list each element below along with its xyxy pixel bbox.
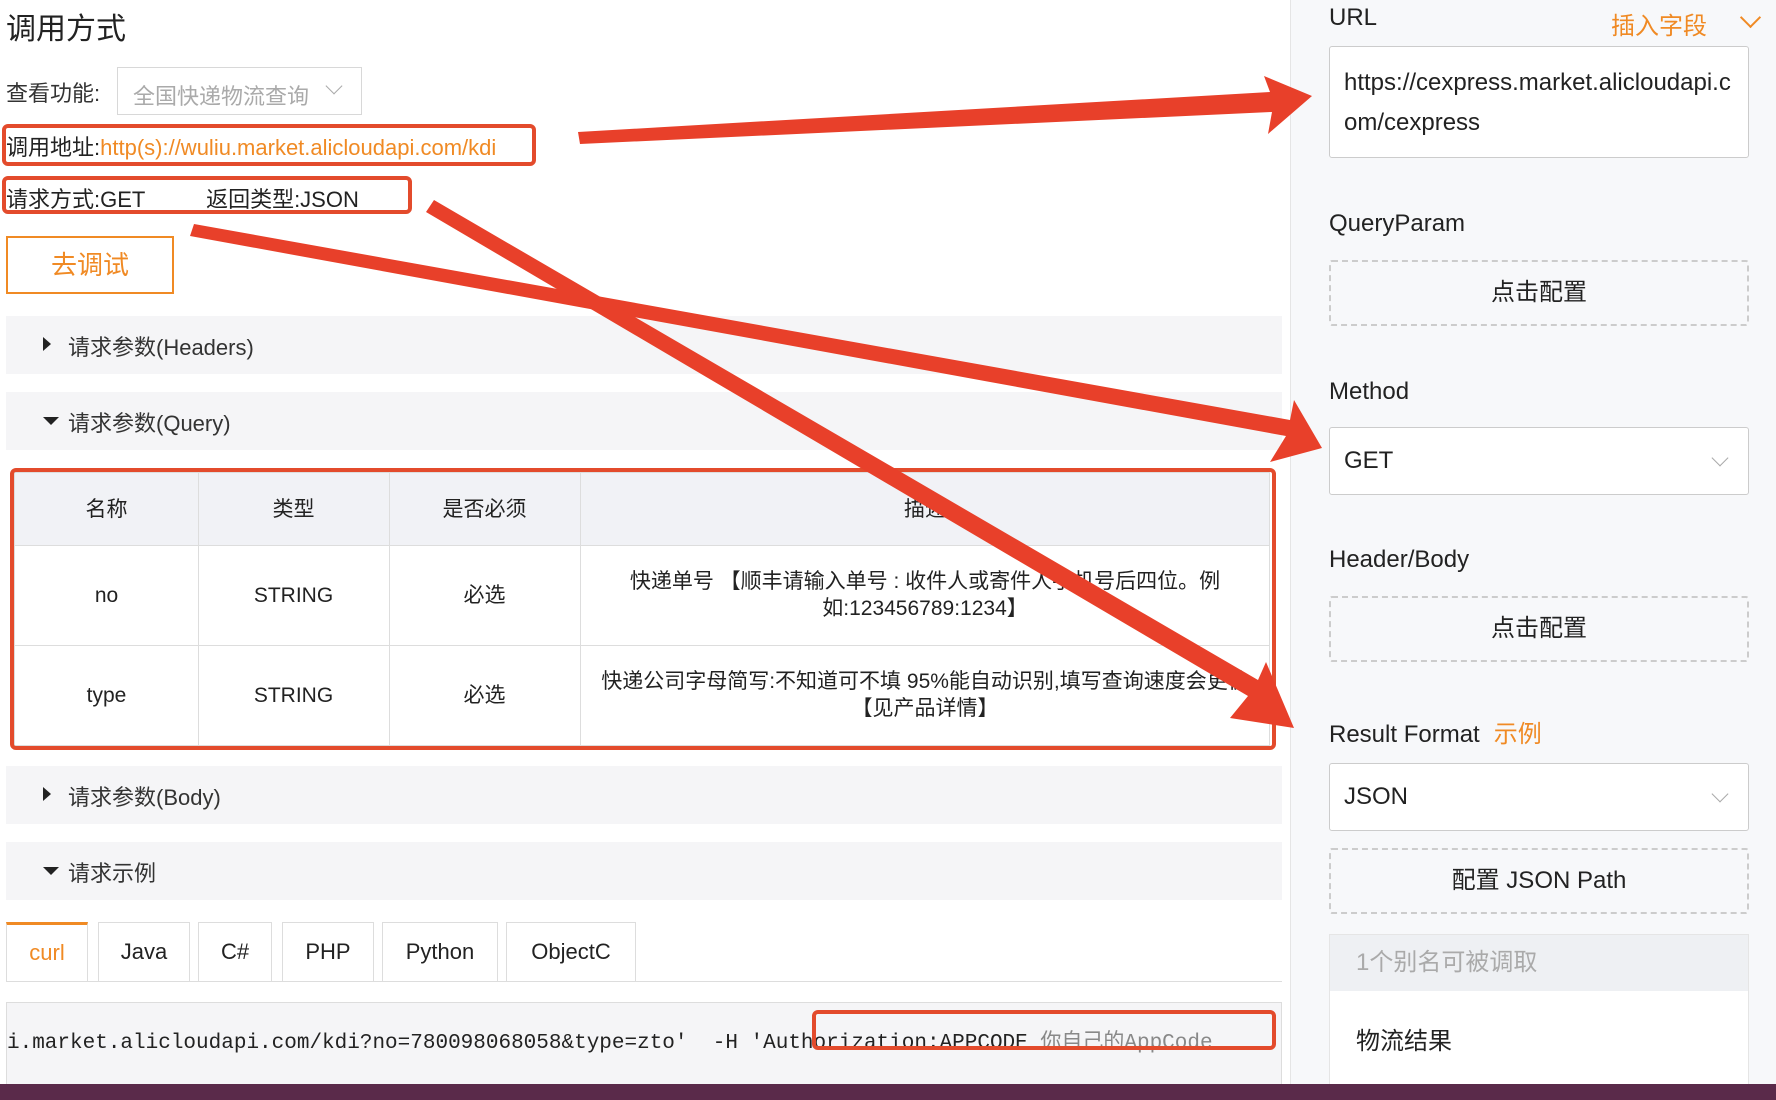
queryparam-configure-button[interactable]: 点击配置 — [1329, 260, 1749, 326]
tab-csharp[interactable]: C# — [198, 922, 272, 982]
caret-right-icon — [43, 337, 51, 351]
tab-curl[interactable]: curl — [6, 922, 88, 982]
json-path-button[interactable]: 配置 JSON Path — [1329, 848, 1749, 914]
section-example-label: 请求示例 — [68, 861, 157, 886]
tab-objectc[interactable]: ObjectC — [506, 922, 636, 982]
annotation-box-endpoint — [2, 124, 536, 166]
insert-field-dropdown[interactable]: 插入字段 — [1611, 6, 1762, 41]
result-format-value: JSON — [1344, 783, 1409, 810]
page-title: 调用方式 — [6, 13, 126, 46]
annotation-box-appcode — [812, 1010, 1276, 1050]
result-format-select[interactable]: JSON — [1329, 763, 1749, 831]
url-textarea[interactable]: https://cexpress.market.alicloudapi.com/… — [1329, 46, 1749, 158]
headerbody-label: Header/Body — [1329, 546, 1470, 573]
section-body-label: 请求参数(Body) — [68, 785, 221, 810]
desktop-taskbar-strip — [0, 1084, 1776, 1100]
tab-python[interactable]: Python — [382, 922, 498, 982]
method-select-value: GET — [1344, 447, 1394, 474]
debug-button[interactable]: 去调试 — [6, 236, 174, 294]
alias-item[interactable]: 物流结果 — [1356, 1021, 1452, 1056]
function-label: 查看功能: — [6, 81, 101, 106]
chevron-down-icon — [1739, 6, 1762, 29]
tab-php[interactable]: PHP — [282, 922, 374, 982]
function-select[interactable]: 全国快递物流查询 — [117, 67, 362, 115]
function-select-value: 全国快递物流查询 — [133, 84, 310, 109]
chevron-down-icon — [325, 77, 343, 95]
queryparam-label: QueryParam — [1329, 210, 1466, 237]
method-label: Method — [1329, 378, 1410, 405]
config-panel: URL 插入字段 https://cexpress.market.aliclou… — [1290, 0, 1776, 1092]
annotation-box-query-table — [10, 468, 1276, 750]
tab-divider — [6, 981, 1282, 982]
api-doc-panel: 调用方式 查看功能: 全国快递物流查询 调用地址:http(s)://wuliu… — [0, 0, 1288, 1092]
headerbody-configure-button[interactable]: 点击配置 — [1329, 596, 1749, 662]
example-link[interactable]: 示例 — [1494, 721, 1542, 748]
section-example[interactable]: 请求示例 — [6, 842, 1282, 900]
result-format-text: Result Format — [1329, 721, 1480, 748]
caret-down-icon — [43, 417, 59, 425]
section-headers-label: 请求参数(Headers) — [68, 335, 254, 360]
annotation-box-method — [2, 176, 412, 214]
section-body[interactable]: 请求参数(Body) — [6, 766, 1282, 824]
alias-list: 1个别名可被调取 物流结果 — [1329, 934, 1749, 1088]
result-format-label: Result Format 示例 — [1329, 714, 1542, 749]
insert-field-label: 插入字段 — [1611, 13, 1707, 40]
section-query-label: 请求参数(Query) — [68, 411, 231, 436]
tab-java[interactable]: Java — [98, 922, 190, 982]
chevron-down-icon — [1711, 449, 1729, 467]
caret-down-icon — [43, 867, 59, 875]
section-query[interactable]: 请求参数(Query) — [6, 392, 1282, 450]
section-headers[interactable]: 请求参数(Headers) — [6, 316, 1282, 374]
method-select[interactable]: GET — [1329, 427, 1749, 495]
caret-right-icon — [43, 787, 51, 801]
chevron-down-icon — [1711, 785, 1729, 803]
alias-header: 1个别名可被调取 — [1330, 935, 1748, 991]
url-label: URL — [1329, 4, 1378, 31]
